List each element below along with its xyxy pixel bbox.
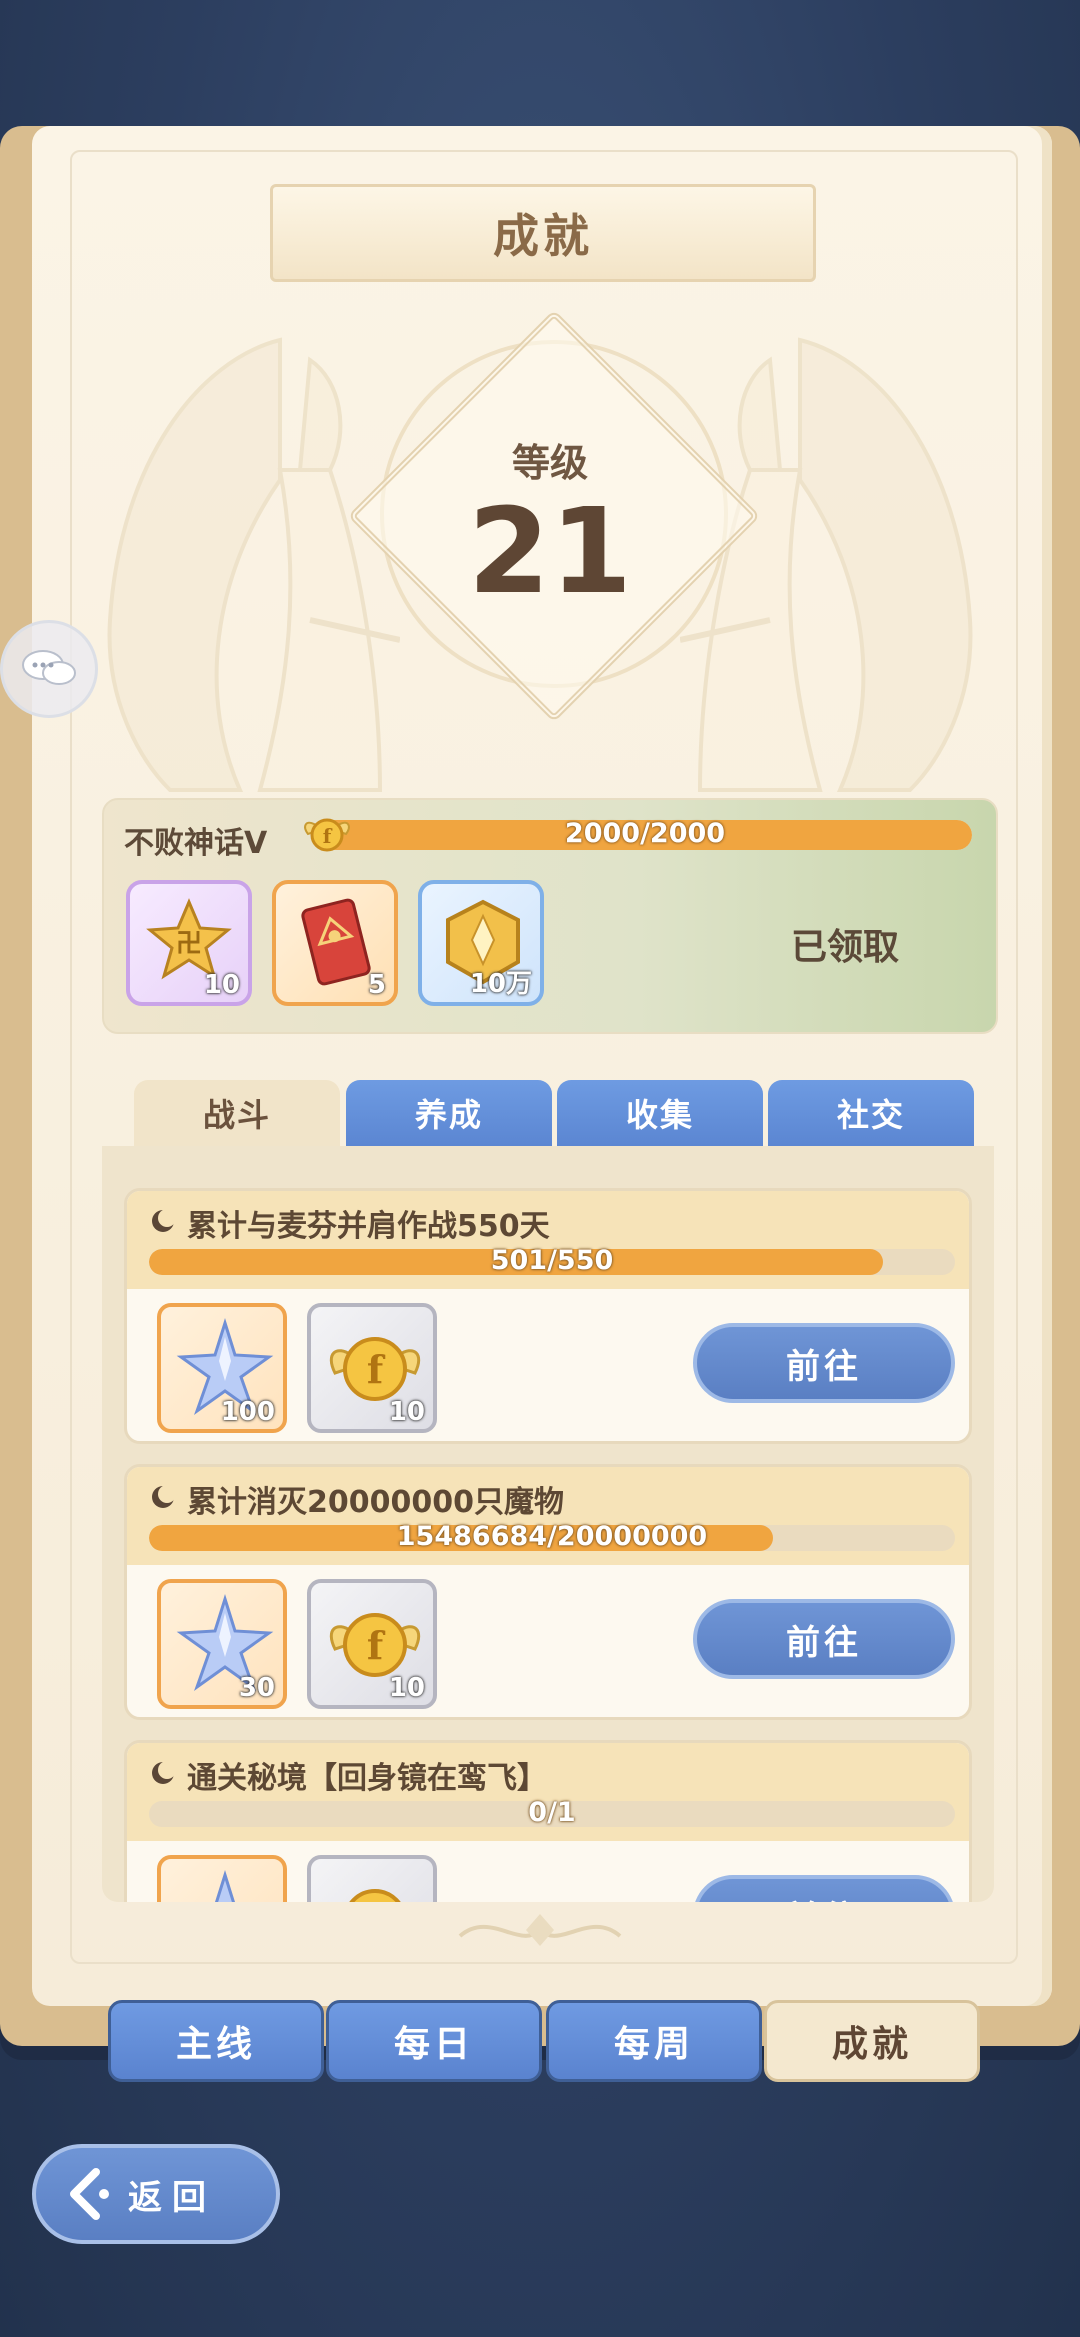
chat-bubble-icon[interactable] [0, 620, 98, 718]
reward-star-crystal[interactable] [157, 1855, 287, 1902]
svg-text:卍: 卍 [176, 929, 202, 959]
reward-quantity: 5 [367, 970, 386, 1000]
reward-winged-coin[interactable]: f 10 [307, 1579, 437, 1709]
go-button[interactable]: 前往 [693, 1875, 955, 1902]
level-value: 21 [467, 482, 633, 620]
reward-winged-coin[interactable]: f 10 [307, 1303, 437, 1433]
tab-battle[interactable]: 战斗 [134, 1080, 340, 1146]
tab-daily[interactable]: 每日 [326, 2000, 542, 2082]
quest-title: 通关秘境【回身镜在鸾飞】 [187, 1761, 547, 1796]
level-label: 等级 [511, 441, 588, 485]
tab-weekly[interactable]: 每周 [546, 2000, 762, 2082]
back-label: 返回 [128, 2177, 216, 2218]
tab-social[interactable]: 社交 [768, 1080, 974, 1146]
back-arrow-icon [70, 2168, 109, 2220]
tab-achievement[interactable]: 成就 [764, 2000, 980, 2082]
winged-medal-icon: f [304, 818, 350, 852]
quest-progress-text: 0/1 [528, 1797, 576, 1828]
achievement-progress-text: 2000/2000 [564, 818, 726, 849]
winged-coin-icon [349, 1889, 401, 1902]
moon-icon [152, 1209, 176, 1232]
reward-star-crystal[interactable]: 30 [157, 1579, 287, 1709]
angel-left-decoration [107, 337, 400, 792]
page-ornament [458, 1914, 622, 1946]
tab-main-quest[interactable]: 主线 [108, 2000, 324, 2082]
go-button[interactable]: 前往 [693, 1323, 955, 1403]
quest-list[interactable]: 累计与麦芬并肩作战550天 501/550 100 f 10 前往 累计消灭20… [102, 1146, 994, 1902]
quest-title: 累计与麦芬并肩作战550天 [187, 1209, 550, 1244]
reward-quantity: 10 [388, 1397, 425, 1427]
moon-icon [152, 1485, 176, 1508]
tab-growth[interactable]: 养成 [346, 1080, 552, 1146]
quest-progress-text: 501/550 [490, 1245, 614, 1276]
page-title: 成就 [270, 184, 816, 282]
tab-collection[interactable]: 收集 [557, 1080, 763, 1146]
svg-text:f: f [323, 824, 333, 848]
svg-text:f: f [367, 1623, 386, 1668]
blue-star-crystal-icon [214, 1869, 236, 1902]
quest-progress-text: 15486684/20000000 [396, 1521, 708, 1552]
claimed-status: 已领取 [790, 927, 899, 968]
reward-gold-coin[interactable]: 10万 [418, 880, 544, 1006]
svg-text:f: f [367, 1347, 386, 1392]
reward-star-badge[interactable]: 卍 10 [126, 880, 252, 1006]
reward-quantity: 10万 [469, 969, 532, 999]
quest-title: 累计消灭20000000只魔物 [187, 1485, 564, 1520]
quest-card: 累计与麦芬并肩作战550天 501/550 100 f 10 前往 [124, 1188, 972, 1444]
reward-quantity: 100 [220, 1397, 275, 1427]
quest-card: 通关秘境【回身镜在鸾飞】 0/1 前往 [124, 1740, 972, 1902]
reward-quantity: 30 [238, 1673, 275, 1703]
quest-card: 累计消灭20000000只魔物 15486684/20000000 30 f 1… [124, 1464, 972, 1720]
achievement-name: 不败神话V [124, 826, 268, 861]
reward-eye-card[interactable]: 5 [272, 880, 398, 1006]
reward-quantity: 10 [203, 970, 240, 1000]
moon-icon [152, 1761, 176, 1784]
go-button[interactable]: 前往 [693, 1599, 955, 1679]
reward-winged-coin[interactable] [307, 1855, 437, 1902]
reward-star-crystal[interactable]: 100 [157, 1303, 287, 1433]
eye-card-icon [301, 898, 371, 986]
angel-right-decoration [680, 337, 973, 792]
reward-quantity: 10 [388, 1673, 425, 1703]
back-button[interactable]: 返回 [32, 2144, 280, 2244]
